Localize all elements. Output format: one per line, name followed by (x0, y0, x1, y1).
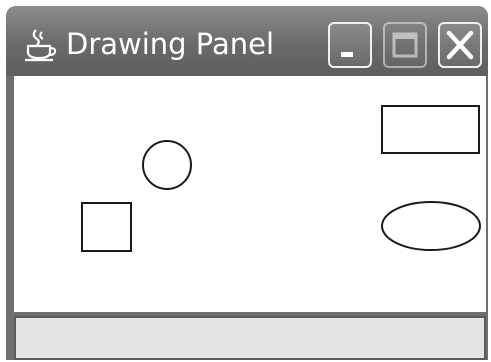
java-cup-icon[interactable] (22, 28, 58, 62)
rectangle-shape (381, 105, 480, 154)
close-icon (446, 30, 474, 60)
maximize-button[interactable] (383, 22, 427, 68)
circle-shape (142, 140, 192, 190)
minimize-icon (341, 52, 353, 57)
title-bar[interactable]: Drawing Panel (6, 6, 488, 76)
ellipse-shape (381, 201, 481, 251)
minimize-button[interactable] (328, 22, 372, 68)
maximize-icon (392, 32, 418, 58)
close-button[interactable] (438, 22, 482, 68)
drawing-panel-window: Drawing Panel (6, 6, 488, 360)
window-title: Drawing Panel (66, 27, 275, 61)
square-shape (81, 202, 132, 252)
status-bar (14, 316, 486, 360)
drawing-canvas[interactable] (14, 76, 486, 312)
